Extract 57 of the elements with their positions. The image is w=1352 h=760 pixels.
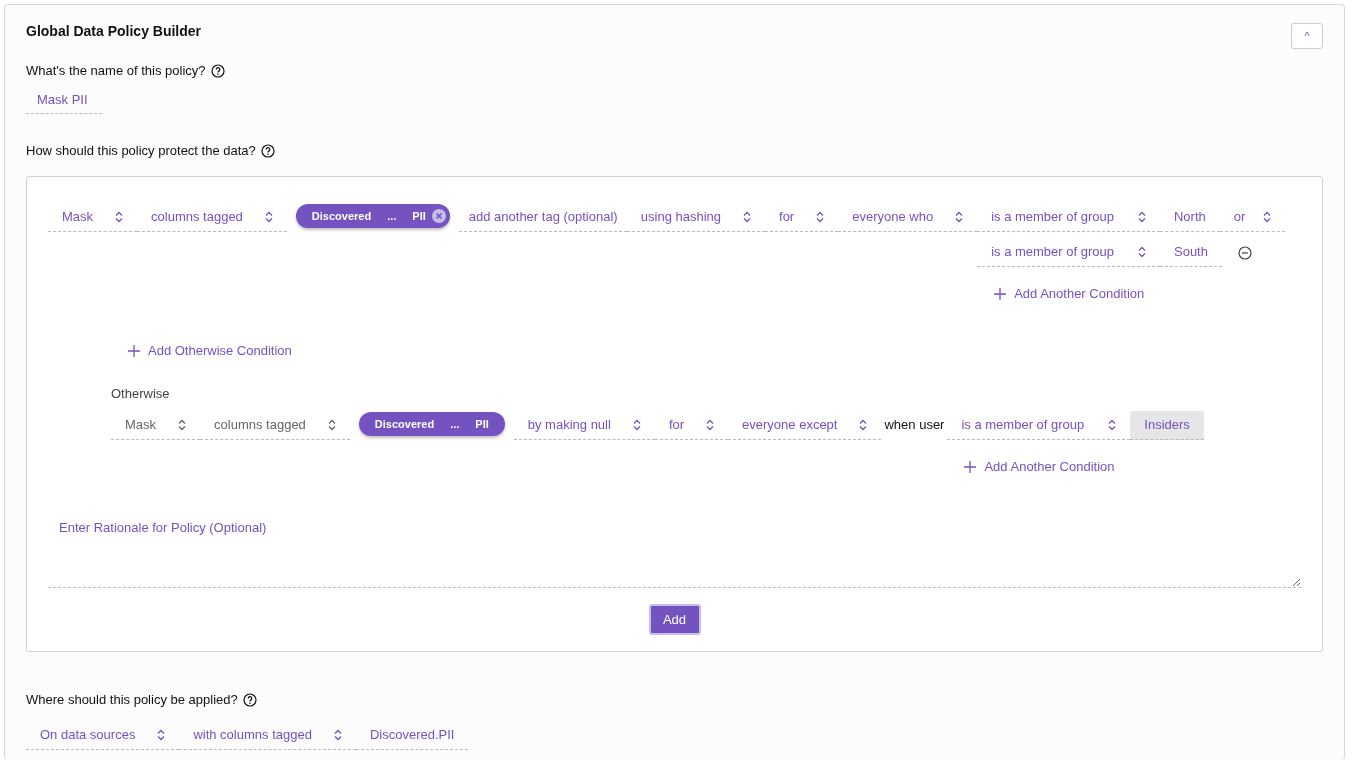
chevron-icon bbox=[706, 418, 715, 431]
chevron-icon bbox=[264, 210, 273, 223]
help-icon[interactable] bbox=[210, 63, 225, 78]
policy-name-field[interactable]: Mask PII bbox=[26, 92, 102, 114]
group-value[interactable]: North bbox=[1160, 203, 1220, 232]
select-field[interactable]: using hashing bbox=[626, 203, 765, 232]
group-value[interactable]: Insiders bbox=[1130, 411, 1204, 440]
select-field[interactable]: for bbox=[765, 203, 839, 232]
plus-icon bbox=[964, 460, 977, 473]
add-condition-link[interactable]: Add Another Condition bbox=[994, 286, 1145, 301]
chevron-icon bbox=[157, 728, 166, 741]
select-field[interactable]: is a member of group bbox=[977, 238, 1160, 267]
chevron-icon bbox=[955, 210, 964, 223]
chevron-icon bbox=[743, 210, 751, 223]
otherwise-label: Otherwise bbox=[111, 386, 171, 401]
chevron-icon bbox=[178, 418, 187, 431]
tag-chip[interactable]: Discovered ... PII bbox=[358, 412, 505, 436]
rationale-field[interactable]: Enter Rationale for Policy (Optional) bbox=[48, 510, 1301, 588]
page-title: Global Data Policy Builder bbox=[26, 23, 202, 39]
select-field[interactable]: everyone except bbox=[728, 411, 882, 440]
group-value[interactable]: South bbox=[1160, 238, 1222, 267]
add-button[interactable]: Add bbox=[648, 604, 701, 635]
select-field[interactable]: is a member of group bbox=[977, 203, 1160, 232]
help-icon[interactable] bbox=[242, 692, 257, 707]
select-field[interactable]: On data sources bbox=[26, 721, 180, 750]
chevron-icon bbox=[115, 210, 124, 223]
select-field[interactable]: columns tagged bbox=[137, 203, 287, 232]
condition-label: when user bbox=[883, 416, 946, 434]
select-field[interactable]: or bbox=[1219, 203, 1286, 232]
chevron-icon bbox=[1138, 245, 1146, 258]
select-field[interactable]: by making null bbox=[513, 411, 655, 440]
remove-icon[interactable] bbox=[1237, 245, 1252, 260]
collapse-button[interactable]: ^ bbox=[1291, 23, 1323, 49]
close-icon[interactable] bbox=[431, 209, 446, 223]
select-field[interactable]: Mask bbox=[48, 203, 138, 232]
chevron-icon bbox=[859, 418, 868, 431]
chevron-icon bbox=[327, 418, 336, 431]
chevron-icon bbox=[1263, 210, 1272, 223]
question-label: What's the name of this policy? bbox=[26, 63, 206, 78]
question-label: How should this policy protect the data? bbox=[26, 143, 256, 158]
add-otherwise-link[interactable]: Add Otherwise Condition bbox=[128, 343, 1301, 358]
chevron-icon bbox=[333, 728, 342, 741]
tag-input-field[interactable]: add another tag (optional) bbox=[458, 203, 627, 232]
select-field[interactable]: for bbox=[654, 411, 729, 440]
question-label: Where should this policy be applied? bbox=[26, 692, 238, 707]
add-condition-link[interactable]: Add Another Condition bbox=[964, 459, 1115, 474]
chevron-icon bbox=[1138, 210, 1146, 223]
tag-value[interactable]: Discovered.PII bbox=[355, 721, 469, 750]
select-field[interactable]: everyone who bbox=[838, 203, 978, 232]
chevron-icon bbox=[816, 210, 825, 223]
plus-icon bbox=[128, 344, 140, 357]
select-field[interactable]: with columns tagged bbox=[179, 721, 356, 750]
plus-icon bbox=[994, 287, 1007, 300]
tag-chip[interactable]: Discovered ... PII bbox=[295, 204, 450, 228]
chevron-icon bbox=[1108, 418, 1117, 431]
chevron-icon bbox=[632, 418, 641, 431]
help-icon[interactable] bbox=[260, 143, 275, 158]
